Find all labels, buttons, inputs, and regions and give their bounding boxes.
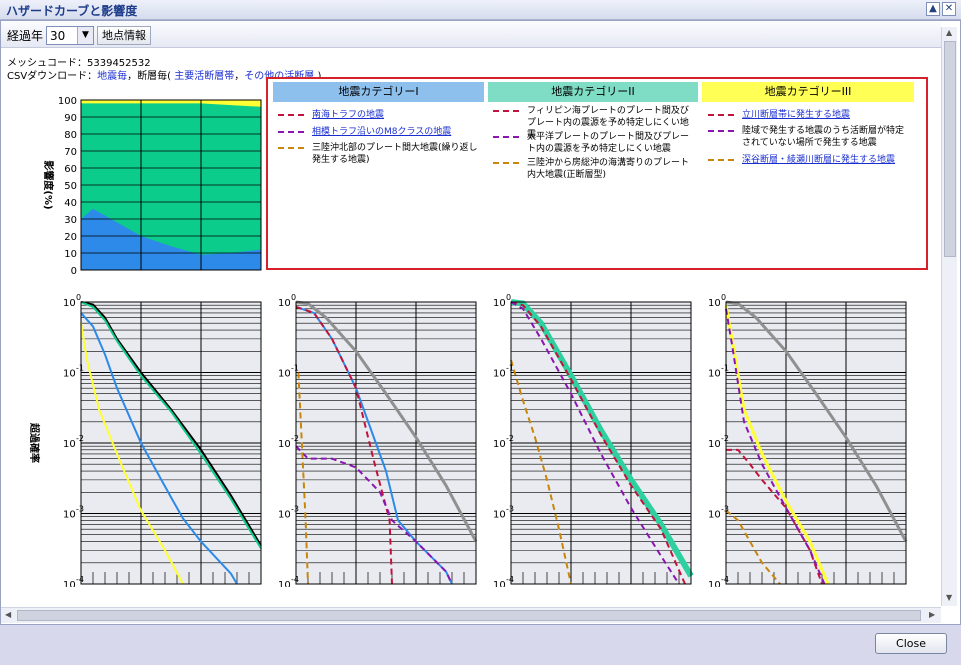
hazard-ytick-exponent: -3 <box>721 505 729 514</box>
hazard-ytick-exponent: -1 <box>506 364 514 373</box>
influence-ytick-label: 20 <box>64 232 77 243</box>
minimize-icon[interactable]: ▲ <box>926 2 940 16</box>
hazard-ytick-exponent: -3 <box>291 505 299 514</box>
influence-ytick-label: 10 <box>64 249 77 260</box>
hazard-ytick-label: 10 <box>278 580 291 587</box>
hazard-ytick-label: 10 <box>278 439 291 450</box>
hazard-ytick-label: 10 <box>63 369 76 380</box>
window-title: ハザードカーブと影響度 <box>6 4 138 18</box>
hazard-ytick-label: 10 <box>63 439 76 450</box>
hazard-ytick-exponent: -3 <box>506 505 514 514</box>
hazard-ytick-label: 10 <box>63 510 76 521</box>
hazard-ytick-exponent: 0 <box>76 293 81 302</box>
hazard-ytick-exponent: -1 <box>291 364 299 373</box>
vertical-scroll-thumb[interactable] <box>944 41 956 257</box>
influence-ytick-label: 90 <box>64 113 77 124</box>
hazard-ytick-exponent: 0 <box>721 293 726 302</box>
influence-ytick-label: 0 <box>71 266 77 277</box>
hazard-ytick-label: 10 <box>708 369 721 380</box>
hazard-ytick-exponent: -2 <box>721 434 729 443</box>
hazard-ytick-exponent: -1 <box>76 364 84 373</box>
influence-ytick-label: 70 <box>64 147 77 158</box>
hazard-ytick-exponent: -2 <box>291 434 299 443</box>
content-frame: 経過年 30 ▼ 地点情報 メッシュコード：5339452532 CSVダウンロ… <box>0 20 961 625</box>
hazard-ytick-exponent: -3 <box>76 505 84 514</box>
close-button[interactable]: Close <box>875 633 947 654</box>
influence-ytick-label: 40 <box>64 198 77 209</box>
influence-ytick-label: 80 <box>64 130 77 141</box>
window-titlebar: ハザードカーブと影響度 ▲ ✕ <box>0 0 961 20</box>
scroll-left-icon[interactable]: ◀ <box>5 610 11 619</box>
hazard-ytick-label: 10 <box>493 510 506 521</box>
hazard-ytick-exponent: -4 <box>506 575 514 584</box>
hazard-ytick-label: 10 <box>278 369 291 380</box>
scroll-down-icon[interactable]: ▼ <box>946 593 952 602</box>
hazard-ytick-label: 10 <box>708 580 721 587</box>
scroll-up-icon[interactable]: ▲ <box>946 28 952 37</box>
vertical-scrollbar[interactable]: ▲ ▼ <box>941 27 957 606</box>
scroll-right-icon[interactable]: ▶ <box>929 610 935 619</box>
hazard-ytick-label: 10 <box>708 510 721 521</box>
influence-ytick-label: 60 <box>64 164 77 175</box>
hazard-ytick-label: 10 <box>278 298 291 309</box>
hazard-ytick-label: 10 <box>493 439 506 450</box>
influence-ytick-label: 50 <box>64 181 77 192</box>
hazard-ytick-label: 10 <box>63 580 76 587</box>
hazard-ytick-exponent: -1 <box>721 364 729 373</box>
hazard-ytick-exponent: -4 <box>291 575 299 584</box>
hazard-ytick-label: 10 <box>493 298 506 309</box>
close-icon[interactable]: ✕ <box>942 2 956 16</box>
hazard-ytick-label: 10 <box>708 298 721 309</box>
influence-ylabel: 影響度(%) <box>42 160 55 209</box>
hazard-ytick-exponent: -2 <box>76 434 84 443</box>
hazard-ytick-label: 10 <box>708 439 721 450</box>
horizontal-scroll-thumb[interactable] <box>17 610 921 621</box>
hazard-ytick-exponent: -4 <box>721 575 729 584</box>
hazard-ytick-label: 10 <box>493 369 506 380</box>
hazard-ytick-label: 10 <box>493 580 506 587</box>
hazard-ytick-exponent: 0 <box>506 293 511 302</box>
charts-svg: 1009080706050403020100影響度(%)10010-110-21… <box>28 96 908 587</box>
influence-ytick-label: 100 <box>58 96 77 107</box>
horizontal-scrollbar[interactable]: ◀ ▶ <box>1 607 941 623</box>
hazard-ytick-exponent: -4 <box>76 575 84 584</box>
hazard-ytick-exponent: -2 <box>506 434 514 443</box>
hazard-ytick-exponent: 0 <box>291 293 296 302</box>
hazard-ylabel: 超過確率 <box>28 422 41 463</box>
influence-ytick-label: 30 <box>64 215 77 226</box>
hazard-ytick-label: 10 <box>63 298 76 309</box>
hazard-ytick-label: 10 <box>278 510 291 521</box>
